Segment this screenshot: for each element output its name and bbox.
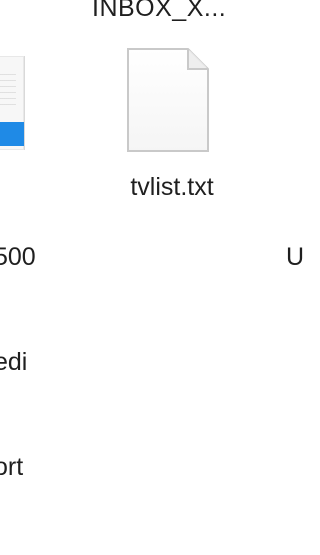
left-file-thumbnail	[0, 56, 25, 150]
right-file-label-line-1: U	[286, 243, 305, 271]
left-file-label-line-3: ort	[0, 453, 24, 481]
text-file-icon	[127, 48, 209, 152]
right-file-label[interactable]: U 5	[286, 170, 314, 286]
file-item-tvlist[interactable]: tvlist.txt	[92, 0, 252, 286]
left-file-label-line-1: 500	[0, 243, 36, 271]
left-file-item-partial[interactable]: 500 edi ort	[0, 0, 70, 481]
right-file-item-partial[interactable]: U 5	[278, 0, 318, 286]
thumbnail-lines	[0, 74, 16, 108]
left-file-label[interactable]: 500 edi ort	[0, 170, 64, 555]
left-file-label-line-2: edi	[0, 348, 28, 376]
thumbnail-blue-block	[0, 122, 24, 146]
file-name-label[interactable]: tvlist.txt	[92, 170, 252, 205]
